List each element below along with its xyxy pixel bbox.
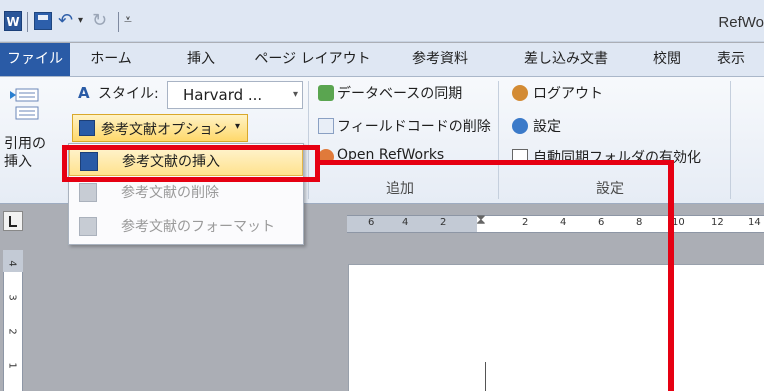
menu-item-label: 参考文献のフォーマット bbox=[121, 219, 275, 235]
style-icon: A bbox=[78, 84, 90, 102]
customize-quick-access-icon[interactable]: ⩡ bbox=[124, 12, 132, 28]
quick-access-separator bbox=[118, 12, 119, 32]
format-bibliography-icon bbox=[79, 217, 97, 236]
document-page[interactable] bbox=[348, 264, 764, 391]
ruler-tick: 4 bbox=[560, 217, 567, 228]
window-title: RefWo bbox=[718, 14, 764, 31]
tab-selector-icon[interactable] bbox=[3, 211, 23, 231]
tab-home[interactable]: ホーム bbox=[80, 43, 142, 76]
settings-button[interactable]: 設定 bbox=[533, 116, 561, 136]
reference-options-icon bbox=[79, 120, 95, 136]
reference-options-button[interactable]: 参考文献オプション ▾ bbox=[72, 114, 248, 142]
menu-item-label: 参考文献の削除 bbox=[121, 185, 219, 201]
callout-line-vertical bbox=[668, 160, 674, 391]
quick-access-separator bbox=[27, 12, 28, 32]
tab-insert[interactable]: 挿入 bbox=[178, 43, 224, 76]
tab-view[interactable]: 表示 bbox=[708, 43, 754, 76]
ruler-tick: 6 bbox=[368, 217, 375, 228]
ruler-tick: 4 bbox=[402, 217, 409, 228]
tab-page-layout[interactable]: ページ レイアウト bbox=[250, 43, 375, 76]
ruler-tick: 12 bbox=[711, 217, 724, 228]
text-cursor bbox=[485, 362, 486, 391]
group-separator bbox=[730, 81, 731, 199]
title-bar: W ↶ ▾ ↻ ⩡ RefWo bbox=[0, 0, 764, 42]
remove-field-codes-button[interactable]: フィールドコードの削除 bbox=[337, 116, 491, 136]
reference-options-label: 参考文献オプション bbox=[101, 122, 227, 138]
highlight-box bbox=[62, 145, 320, 182]
ruler-tick: 8 bbox=[636, 217, 643, 228]
ruler-tick: 2 bbox=[440, 217, 447, 228]
tab-references[interactable]: 参考資料 bbox=[398, 43, 482, 76]
logout-button[interactable]: ログアウト bbox=[533, 83, 603, 103]
settings-gear-icon bbox=[512, 118, 528, 134]
ruler-tick: 4 bbox=[6, 260, 18, 267]
tab-review[interactable]: 校閲 bbox=[646, 43, 688, 76]
insert-citation-icon[interactable] bbox=[10, 85, 40, 127]
insert-citation-label-1[interactable]: 引用の bbox=[4, 133, 46, 153]
ruler-tick: 6 bbox=[598, 217, 605, 228]
redo-icon[interactable]: ↻ bbox=[92, 11, 107, 31]
ribbon-tabs: ファイル ホーム 挿入 ページ レイアウト 参考資料 差し込み文書 校閲 表示 bbox=[0, 43, 764, 77]
word-app-icon[interactable]: W bbox=[4, 11, 22, 31]
save-icon[interactable] bbox=[34, 12, 52, 30]
group-label-settings: 設定 bbox=[596, 181, 624, 197]
ruler-tick: 3 bbox=[6, 294, 18, 301]
ruler-tick: 2 bbox=[6, 328, 18, 335]
menu-item-format-bibliography[interactable]: 参考文献のフォーマット bbox=[69, 212, 303, 242]
style-select[interactable]: Harvard ... ▾ bbox=[167, 81, 303, 109]
chevron-down-icon: ▾ bbox=[292, 89, 298, 100]
undo-dropdown-icon[interactable]: ▾ bbox=[78, 15, 83, 26]
tab-file[interactable]: ファイル bbox=[0, 43, 70, 76]
insert-citation-label-2[interactable]: 挿入 bbox=[4, 151, 32, 171]
chevron-down-icon: ▾ bbox=[235, 121, 241, 132]
ruler-margin bbox=[347, 215, 477, 233]
remove-field-codes-icon bbox=[318, 118, 334, 134]
remove-bibliography-icon bbox=[79, 183, 97, 202]
ruler-tick: 1 bbox=[6, 362, 18, 369]
ruler-tick: 14 bbox=[748, 217, 761, 228]
undo-icon[interactable]: ↶ bbox=[58, 11, 73, 31]
indent-marker-icon[interactable]: ⧗ bbox=[476, 212, 486, 228]
tab-mailings[interactable]: 差し込み文書 bbox=[510, 43, 622, 76]
ruler-tick: 2 bbox=[522, 217, 529, 228]
sync-database-button[interactable]: データベースの同期 bbox=[337, 83, 462, 103]
callout-line-horizontal bbox=[318, 160, 672, 165]
group-label-add: 追加 bbox=[386, 181, 414, 197]
style-label: スタイル: bbox=[98, 86, 159, 102]
group-separator bbox=[498, 81, 499, 199]
style-select-value: Harvard ... bbox=[183, 86, 263, 104]
sync-database-icon bbox=[318, 85, 334, 101]
menu-item-remove-bibliography[interactable]: 参考文献の削除 bbox=[69, 178, 303, 208]
logout-icon bbox=[512, 85, 528, 101]
